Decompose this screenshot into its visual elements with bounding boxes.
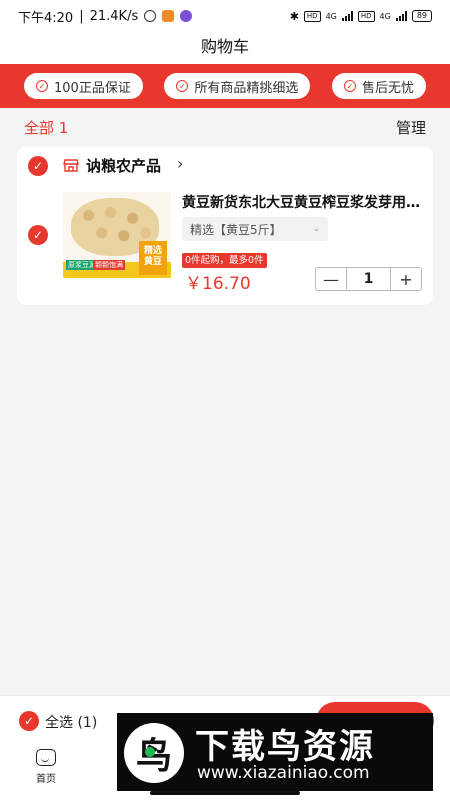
watermark-banner: 鸟 下载鸟资源 www.xiazainiao.com <box>117 713 433 791</box>
decrease-quantity-button[interactable]: — <box>316 268 346 290</box>
product-title[interactable]: 黄豆新货东北大豆黄豆榨豆浆发芽用打豆浆 <box>182 192 420 212</box>
guarantee-pill: ✓ 所有商品精挑细选 <box>164 73 311 99</box>
chevron-right-icon[interactable]: › <box>177 154 183 173</box>
watermark-url: www.xiazainiao.com <box>197 763 370 783</box>
all-items-count[interactable]: 全部 1 <box>24 117 68 138</box>
check-circle-icon: ✓ <box>176 80 189 92</box>
store-card: ✓ 讷粮农产品 › ✓ 原浆豆源 颗颗饱满 精选 黄豆 黄豆新货东北大豆黄豆榨豆… <box>17 146 433 305</box>
quantity-value[interactable]: 1 <box>346 268 391 290</box>
app-notification-icon <box>162 10 175 22</box>
select-all-checkbox[interactable]: ✓ <box>19 711 39 731</box>
store-name[interactable]: 讷粮农产品 <box>86 155 161 176</box>
variant-selector[interactable]: 精选【黄豆5斤】 ⌄ <box>182 217 328 241</box>
guarantee-pill: ✓ 100正品保证 <box>24 73 143 99</box>
home-indicator[interactable] <box>150 791 300 795</box>
purchase-limit-badge: 0件起购，最多0件 <box>182 253 267 268</box>
status-bar: 下午4:20 | 21.4K/s ✱ HD 4G HD 4G 89 <box>0 0 450 32</box>
product-price: ￥16.70 <box>185 274 251 294</box>
image-label: 颗颗饱满 <box>93 260 125 270</box>
hd-badge: HD <box>357 10 375 22</box>
manage-button[interactable]: 管理 <box>396 117 426 138</box>
home-icon <box>36 749 56 766</box>
battery-icon: 89 <box>411 10 432 22</box>
guarantee-label: 100正品保证 <box>54 80 131 96</box>
network-type: 4G <box>325 11 337 21</box>
bluetooth-icon: ✱ <box>289 9 299 23</box>
watermark-title: 下载鸟资源 <box>195 727 375 767</box>
quantity-stepper: — 1 + <box>315 267 422 291</box>
store-select-checkbox[interactable]: ✓ <box>28 156 48 176</box>
status-time: 下午4:20 <box>18 10 74 26</box>
network-type: 4G <box>379 11 391 21</box>
cart-summary-row: 全部 1 管理 <box>0 108 450 146</box>
increase-quantity-button[interactable]: + <box>391 268 421 290</box>
check-circle-icon: ✓ <box>36 80 48 92</box>
select-all-label[interactable]: 全选 (1) <box>45 712 97 732</box>
guarantee-pill: ✓ 售后无忧 <box>331 73 426 99</box>
signal-icon <box>341 11 353 21</box>
guarantee-label: 售后无忧 <box>361 80 414 96</box>
chevron-down-icon: ⌄ <box>312 224 320 234</box>
tab-home-label: 首页 <box>36 774 56 785</box>
store-icon <box>63 159 79 172</box>
watermark-logo-dot <box>145 747 155 757</box>
status-net-speed: 21.4K/s <box>89 8 139 24</box>
image-tag: 精选 黄豆 <box>139 241 167 275</box>
check-circle-icon: ✓ <box>343 80 356 92</box>
video-app-icon <box>180 10 193 22</box>
guarantee-label: 所有商品精挑细选 <box>194 80 299 96</box>
guarantee-bar: ✓ 100正品保证 ✓ 所有商品精挑细选 ✓ 售后无忧 <box>0 64 450 108</box>
tab-home[interactable]: 首页 <box>26 749 66 785</box>
product-image[interactable]: 原浆豆源 颗颗饱满 精选 黄豆 <box>63 192 171 278</box>
alarm-icon <box>144 10 157 22</box>
hd-badge: HD <box>303 10 321 22</box>
variant-label: 精选【黄豆5斤】 <box>190 222 282 237</box>
item-select-checkbox[interactable]: ✓ <box>28 225 48 245</box>
signal-icon <box>395 11 407 21</box>
page-title: 购物车 <box>0 32 450 64</box>
